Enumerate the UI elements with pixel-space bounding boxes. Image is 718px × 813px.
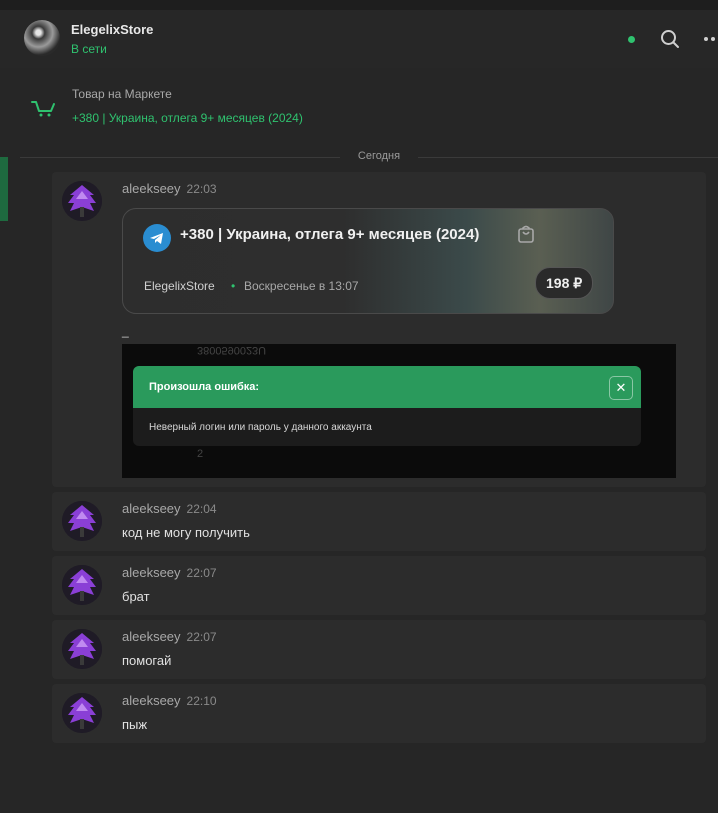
user-avatar[interactable] (62, 565, 102, 605)
message-author[interactable]: aleekseey 22:10 (122, 693, 217, 708)
card-date: Воскресенье в 13:07 (244, 279, 359, 293)
message-author[interactable]: aleekseey 22:07 (122, 565, 217, 580)
close-icon: ✕ (609, 376, 633, 400)
message-text: код не могу получить (122, 525, 250, 540)
message-author[interactable]: aleekseey 22:07 (122, 629, 217, 644)
attached-screenshot[interactable]: 3800590023U 2 Произошла ошибка: ✕ Неверн… (122, 344, 676, 478)
message-time: 22:07 (186, 566, 217, 580)
message-text: _ (122, 324, 129, 338)
message-time: 22:04 (186, 502, 217, 516)
card-price: 198 ₽ (535, 267, 594, 299)
message: aleekseey 22:07 брат (52, 556, 706, 615)
error-dialog: Произошла ошибка: ✕ Неверный логин или п… (133, 366, 641, 446)
message: aleekseey 22:07 помогай (52, 620, 706, 679)
chat-header (0, 10, 718, 68)
product-bar (0, 68, 718, 148)
message-time: 22:03 (186, 182, 217, 196)
screenshot-background-text: 3800590023U (197, 344, 267, 356)
online-indicator (628, 36, 635, 43)
shopping-bag-icon (517, 224, 535, 244)
message-time: 22:10 (186, 694, 217, 708)
message: aleekseey 22:03 +380 | Украина, отлега 9+… (52, 172, 706, 487)
more-icon[interactable] (700, 28, 718, 50)
search-icon[interactable] (659, 28, 681, 50)
message-text: помогай (122, 653, 172, 668)
window-top-strip (0, 0, 718, 10)
user-avatar[interactable] (62, 181, 102, 221)
store-avatar[interactable] (24, 20, 60, 56)
screenshot-background-text: 2 (197, 448, 204, 460)
error-title: Произошла ошибка: (149, 381, 260, 393)
card-seller: ElegelixStore (144, 279, 215, 293)
error-message: Неверный логин или пароль у данного акка… (149, 422, 372, 433)
active-indicator (0, 157, 8, 221)
message-author[interactable]: aleekseey 22:04 (122, 501, 217, 516)
product-label: Товар на Маркете (72, 87, 172, 101)
cart-icon (30, 97, 56, 119)
product-link[interactable]: +380 | Украина, отлега 9+ месяцев (2024) (72, 111, 303, 125)
user-avatar[interactable] (62, 501, 102, 541)
store-name[interactable]: ElegelixStore (71, 22, 153, 37)
card-title: +380 | Украина, отлега 9+ месяцев (2024) (180, 226, 480, 243)
card-separator: • (231, 279, 236, 293)
user-avatar[interactable] (62, 693, 102, 733)
message-author[interactable]: aleekseey 22:03 (122, 181, 217, 196)
date-divider-line (418, 157, 718, 158)
message-text: брат (122, 589, 150, 604)
user-avatar[interactable] (62, 629, 102, 669)
telegram-icon (143, 224, 171, 252)
message-text: пыж (122, 717, 148, 732)
message: aleekseey 22:10 пыж (52, 684, 706, 743)
date-divider: Сегодня (340, 150, 418, 162)
online-status: В сети (71, 42, 107, 56)
message: aleekseey 22:04 код не могу получить (52, 492, 706, 551)
message-time: 22:07 (186, 630, 217, 644)
product-card[interactable]: +380 | Украина, отлега 9+ месяцев (2024)… (122, 208, 614, 314)
date-divider-line (20, 157, 340, 158)
